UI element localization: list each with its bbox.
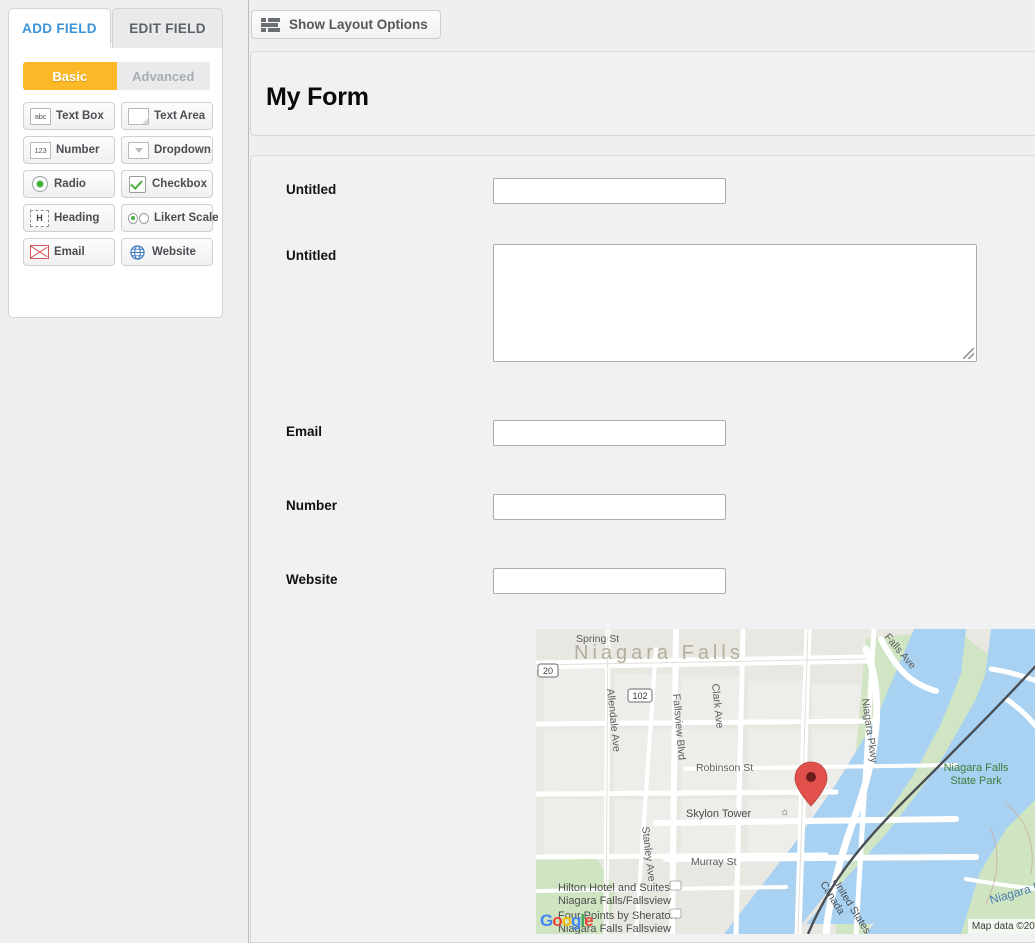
dropdown-caret-icon <box>128 142 149 159</box>
123-number-icon: 123 <box>30 142 51 159</box>
field-label-email: Email <box>251 420 493 446</box>
heading-h-icon: H <box>30 210 49 227</box>
globe-icon <box>128 245 147 260</box>
map-shield-102: 102 <box>632 691 647 701</box>
textarea-icon <box>128 108 149 125</box>
show-layout-options-label: Show Layout Options <box>289 17 428 32</box>
field-palette-panel: Basic Advanced abc Text Box Text Area 12… <box>8 40 223 318</box>
tab-edit-field[interactable]: EDIT FIELD <box>112 8 223 48</box>
field-category-toggle: Basic Advanced <box>23 62 210 90</box>
form-title-card[interactable]: My Form <box>250 51 1035 136</box>
field-btn-text-area-label: Text Area <box>154 110 205 122</box>
field-btn-dropdown[interactable]: Dropdown <box>121 136 213 164</box>
segment-basic[interactable]: Basic <box>23 62 117 90</box>
segment-basic-label: Basic <box>52 69 87 84</box>
field-btn-text-box[interactable]: abc Text Box <box>23 102 115 130</box>
field-btn-website-label: Website <box>152 246 196 258</box>
map-city-label: Niagara Falls <box>574 642 744 664</box>
map-place-skylon-tower: Skylon Tower <box>686 808 752 820</box>
field-btn-text-area[interactable]: Text Area <box>121 102 213 130</box>
show-layout-options-button[interactable]: Show Layout Options <box>251 10 441 39</box>
layout-list-icon <box>261 18 280 32</box>
field-btn-email[interactable]: Email <box>23 238 115 266</box>
field-label-untitled-textarea: Untitled <box>251 244 493 362</box>
field-btn-email-label: Email <box>54 246 85 258</box>
add-field-sidebar: ADD FIELD EDIT FIELD Basic Advanced abc … <box>0 0 249 943</box>
map-street-spring-st: Spring St <box>576 633 619 645</box>
map-street-murray-st: Murray St <box>691 856 737 868</box>
field-btn-number-label: Number <box>56 144 99 156</box>
field-label-untitled-text: Untitled <box>251 178 493 204</box>
segment-advanced-label: Advanced <box>132 69 194 84</box>
field-btn-checkbox-label: Checkbox <box>152 178 207 190</box>
google-logo: Google <box>540 911 593 931</box>
map-widget[interactable]: Niagara Falls Spring St Robinson St Murr… <box>536 629 1035 934</box>
field-btn-radio-label: Radio <box>54 178 86 190</box>
map-attribution: Map data ©2016 Google <box>968 919 1035 934</box>
svg-text:⌂: ⌂ <box>782 807 788 818</box>
field-btn-text-box-label: Text Box <box>56 110 104 122</box>
field-input-number[interactable] <box>493 494 726 520</box>
tab-edit-field-label: EDIT FIELD <box>129 21 206 36</box>
field-label-website: Website <box>251 568 493 594</box>
form-editor-main: Show Layout Options My Form Untitled Unt… <box>250 0 1035 943</box>
form-row-number[interactable]: Number <box>251 494 1011 520</box>
map-place-state-park-line1: Niagara Falls <box>944 762 1009 774</box>
field-btn-dropdown-label: Dropdown <box>154 144 211 156</box>
map-canvas: Niagara Falls Spring St Robinson St Murr… <box>536 629 1035 934</box>
form-row-untitled-textarea[interactable]: Untitled <box>251 244 1011 362</box>
field-input-untitled-text[interactable] <box>493 178 726 204</box>
envelope-icon <box>30 245 49 260</box>
field-btn-heading[interactable]: H Heading <box>23 204 115 232</box>
field-input-untitled-textarea[interactable] <box>493 244 977 362</box>
abc-text-icon: abc <box>30 108 51 125</box>
likert-scale-icon <box>128 211 149 226</box>
field-btn-website[interactable]: Website <box>121 238 213 266</box>
page-title: My Form <box>266 83 369 112</box>
map-street-robinson-st: Robinson St <box>696 762 753 774</box>
checkbox-check-icon <box>128 177 147 192</box>
field-input-email[interactable] <box>493 420 726 446</box>
field-btn-likert-scale[interactable]: Likert Scale <box>121 204 213 232</box>
form-row-website[interactable]: Website <box>251 568 1011 594</box>
map-shield-20: 20 <box>543 666 553 676</box>
segment-advanced[interactable]: Advanced <box>117 62 211 90</box>
sidebar-tabs: ADD FIELD EDIT FIELD <box>8 8 223 48</box>
tab-add-field[interactable]: ADD FIELD <box>8 8 111 48</box>
field-btn-number[interactable]: 123 Number <box>23 136 115 164</box>
radio-button-icon <box>30 177 49 192</box>
field-btn-radio[interactable]: Radio <box>23 170 115 198</box>
form-row-untitled-text[interactable]: Untitled <box>251 178 1011 204</box>
field-btn-likert-scale-label: Likert Scale <box>154 212 219 224</box>
map-place-state-park-line2: State Park <box>950 775 1002 787</box>
tab-add-field-label: ADD FIELD <box>22 21 97 36</box>
map-place-hilton-line1: Hilton Hotel and Suites <box>558 882 670 894</box>
field-btn-checkbox[interactable]: Checkbox <box>121 170 213 198</box>
field-type-grid: abc Text Box Text Area 123 Number Dropdo… <box>23 102 213 266</box>
editor-toolbar: Show Layout Options <box>250 0 1035 50</box>
field-label-number: Number <box>251 494 493 520</box>
field-input-website[interactable] <box>493 568 726 594</box>
field-btn-heading-label: Heading <box>54 212 99 224</box>
map-place-hilton-line2: Niagara Falls/Fallsview <box>558 895 671 907</box>
form-row-email[interactable]: Email <box>251 420 1011 446</box>
